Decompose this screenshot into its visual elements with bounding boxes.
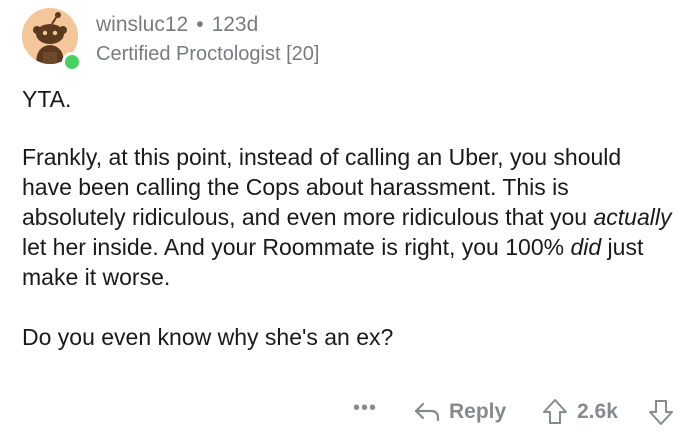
reply-arrow-icon [414, 402, 440, 422]
more-options-button[interactable]: ••• [353, 397, 377, 420]
comment-paragraph-3: Do you even know why she's an ex? [22, 324, 394, 350]
username-link[interactable]: winsluc12 [96, 13, 188, 36]
online-status-dot [62, 52, 82, 72]
reply-button[interactable]: Reply [413, 397, 506, 427]
paragraph-2-emphasis-2: did [570, 234, 602, 260]
comment-meta: winsluc12 • 123d Certified Proctologist [2… [96, 12, 319, 67]
comment-header: winsluc12 • 123d Certified Proctologist [2… [22, 8, 682, 72]
paragraph-2-emphasis-1: actually [593, 204, 672, 230]
comment-age: 123d [211, 13, 259, 36]
avatar-wrap[interactable] [22, 8, 82, 72]
comment-paragraph-2: Frankly, at this point, instead of calli… [22, 142, 672, 292]
paragraph-2-text-1: Frankly, at this point, instead of calli… [22, 144, 622, 230]
comment: winsluc12 • 123d Certified Proctologist [2… [0, 0, 700, 443]
comment-body: YTA. Frankly, at this point, instead of … [22, 84, 672, 352]
upvote-arrow-icon [543, 399, 567, 424]
comment-paragraph-1: YTA. [22, 86, 72, 112]
downvote-arrow-icon [649, 400, 673, 425]
paragraph-2-text-2: let her inside. And your Roommate is rig… [22, 234, 571, 260]
upvote-button[interactable] [541, 397, 569, 432]
downvote-button[interactable] [647, 397, 675, 432]
reply-label: Reply [449, 400, 507, 423]
comment-actions: ••• Reply 2.6k [0, 393, 700, 433]
meta-top-line: winsluc12 • 123d [96, 12, 319, 38]
vote-score: 2.6k [577, 400, 618, 423]
user-flair: Certified Proctologist [20] [96, 43, 320, 65]
meta-separator: • [196, 13, 204, 36]
